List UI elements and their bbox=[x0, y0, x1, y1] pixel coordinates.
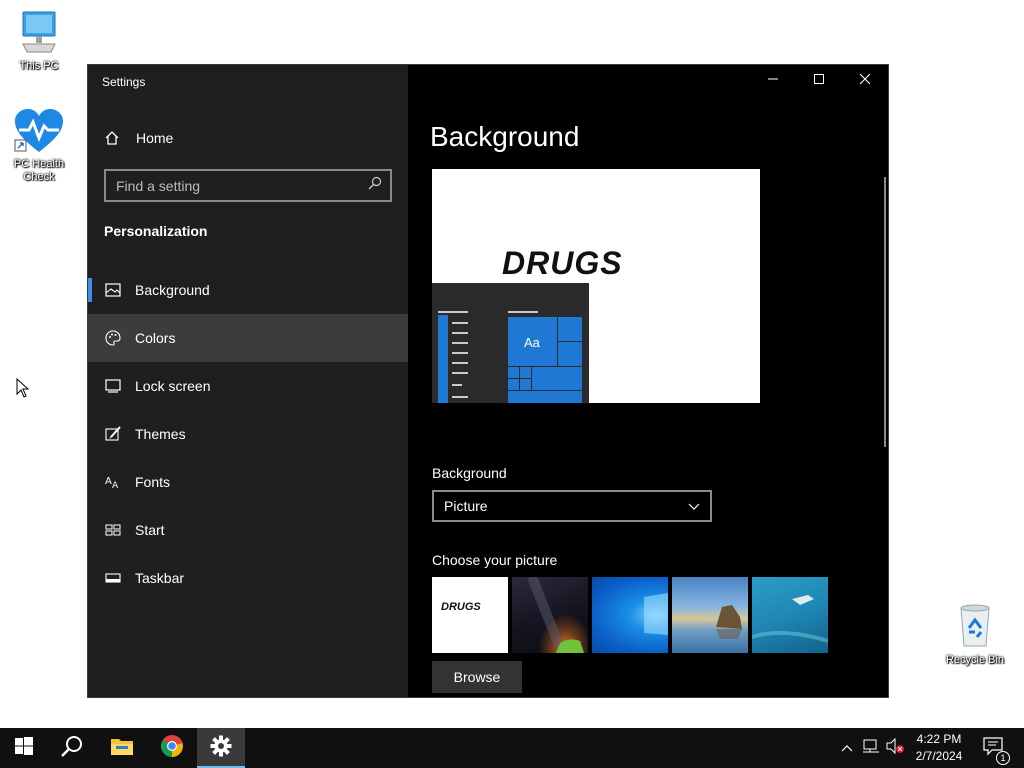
sidebar-item-label: Start bbox=[135, 522, 165, 538]
settings-icon bbox=[210, 735, 232, 762]
desktop-icon-label: This PC bbox=[19, 60, 59, 72]
minimize-icon bbox=[767, 72, 779, 90]
file-explorer-icon bbox=[110, 736, 134, 761]
main-content: Background DRUGS Aa Background Picture C… bbox=[408, 65, 888, 697]
close-icon bbox=[859, 72, 871, 90]
svg-text:A: A bbox=[105, 476, 112, 487]
desktop-icon-label: Recycle Bin bbox=[945, 654, 1005, 666]
file-explorer-button[interactable] bbox=[98, 728, 146, 768]
search-icon[interactable] bbox=[368, 176, 382, 195]
taskbar: 4:22 PM 2/7/2024 1 bbox=[0, 728, 1024, 768]
start-button[interactable] bbox=[0, 728, 48, 768]
home-icon bbox=[88, 130, 136, 146]
sidebar-item-background[interactable]: Background bbox=[88, 266, 408, 314]
network-icon bbox=[862, 738, 880, 759]
themes-brush-icon bbox=[88, 426, 135, 442]
milky-way-thumb[interactable] bbox=[512, 577, 588, 653]
sidebar-item-label: Themes bbox=[135, 426, 186, 442]
sidebar-item-label: Background bbox=[135, 282, 210, 298]
notification-count: 1 bbox=[996, 750, 1010, 765]
sidebar: Settings Home Personalization Background bbox=[88, 65, 408, 697]
start-layout-icon bbox=[88, 524, 135, 536]
maximize-button[interactable] bbox=[796, 65, 842, 97]
lock-screen-icon bbox=[88, 379, 135, 393]
volume-button[interactable] bbox=[884, 728, 906, 768]
search-button[interactable] bbox=[48, 728, 96, 768]
desktop-icon-recycle-bin[interactable]: Recycle Bin bbox=[943, 602, 1007, 667]
health-heart-icon bbox=[13, 109, 65, 157]
sidebar-item-fonts[interactable]: AA Fonts bbox=[88, 458, 408, 506]
underwater-swimmer-thumb[interactable] bbox=[752, 577, 828, 653]
minimize-button[interactable] bbox=[750, 65, 796, 97]
page-title: Background bbox=[430, 121, 580, 152]
palette-icon bbox=[88, 330, 135, 346]
chrome-button[interactable] bbox=[148, 728, 196, 768]
coast-rock-thumb[interactable] bbox=[672, 577, 748, 653]
preview-tile-text: Aa bbox=[524, 335, 540, 350]
search-icon bbox=[61, 735, 83, 762]
sidebar-item-label: Fonts bbox=[135, 474, 171, 490]
recycle-bin-icon bbox=[955, 604, 995, 651]
chevron-up-icon bbox=[841, 739, 853, 757]
scrollbar[interactable] bbox=[884, 177, 886, 447]
desktop-icon-this-pc[interactable]: This PC bbox=[7, 10, 71, 73]
choose-picture-label: Choose your picture bbox=[432, 552, 558, 568]
taskbar-icon bbox=[88, 573, 135, 583]
desktop-icon-pc-health-check[interactable]: PC Health Check bbox=[7, 108, 71, 184]
home-nav-item[interactable]: Home bbox=[88, 123, 408, 153]
drugs-text-thumb[interactable]: DRUGS bbox=[432, 577, 508, 653]
sidebar-item-themes[interactable]: Themes bbox=[88, 410, 408, 458]
preview-start-menu: Aa bbox=[432, 283, 589, 403]
sidebar-item-label: Colors bbox=[135, 330, 176, 346]
close-button[interactable] bbox=[842, 65, 888, 97]
sidebar-item-label: Lock screen bbox=[135, 378, 211, 394]
search-box[interactable] bbox=[104, 169, 392, 202]
network-button[interactable] bbox=[860, 728, 882, 768]
search-input[interactable] bbox=[116, 177, 368, 194]
home-label: Home bbox=[136, 130, 174, 146]
computer-icon bbox=[19, 11, 59, 57]
chrome-icon bbox=[160, 734, 184, 763]
fonts-icon: AA bbox=[88, 475, 135, 489]
sidebar-nav: Background Colors Lock screen Themes A A… bbox=[88, 266, 408, 602]
picture-thumbnails: DRUGS bbox=[432, 577, 828, 653]
svg-text:A: A bbox=[112, 481, 119, 489]
sidebar-item-lock-screen[interactable]: Lock screen bbox=[88, 362, 408, 410]
chevron-down-icon bbox=[688, 498, 700, 514]
background-dropdown-value: Picture bbox=[444, 498, 488, 514]
settings-window: Settings Home Personalization Background bbox=[87, 64, 889, 698]
section-title: Personalization bbox=[104, 223, 208, 239]
background-dropdown[interactable]: Picture bbox=[432, 490, 712, 522]
desktop-icon-label: PC Health Check bbox=[13, 158, 65, 183]
clock-time: 4:22 PM bbox=[916, 732, 962, 746]
action-center-button[interactable]: 1 bbox=[978, 728, 1010, 768]
desktop-preview: DRUGS Aa bbox=[432, 169, 760, 403]
start-icon bbox=[15, 736, 33, 760]
thumb-text: DRUGS bbox=[441, 601, 481, 613]
image-icon bbox=[88, 283, 135, 297]
sidebar-item-colors[interactable]: Colors bbox=[88, 314, 408, 362]
sidebar-item-taskbar[interactable]: Taskbar bbox=[88, 554, 408, 602]
settings-taskbar-button[interactable] bbox=[197, 728, 245, 768]
background-label: Background bbox=[432, 465, 507, 481]
windows-blue-thumb[interactable] bbox=[592, 577, 668, 653]
window-title: Settings bbox=[102, 75, 146, 89]
maximize-icon bbox=[813, 72, 825, 90]
taskbar-clock[interactable]: 4:22 PM 2/7/2024 bbox=[908, 731, 970, 765]
show-hidden-icons-button[interactable] bbox=[836, 728, 858, 768]
browse-button[interactable]: Browse bbox=[432, 661, 522, 693]
preview-wallpaper-text: DRUGS bbox=[502, 245, 623, 281]
notification-icon: 1 bbox=[982, 736, 1010, 765]
clock-date: 2/7/2024 bbox=[915, 749, 963, 763]
mouse-cursor bbox=[16, 377, 30, 403]
volume-muted-icon bbox=[885, 737, 905, 759]
sidebar-item-label: Taskbar bbox=[135, 570, 185, 586]
sidebar-item-start[interactable]: Start bbox=[88, 506, 408, 554]
